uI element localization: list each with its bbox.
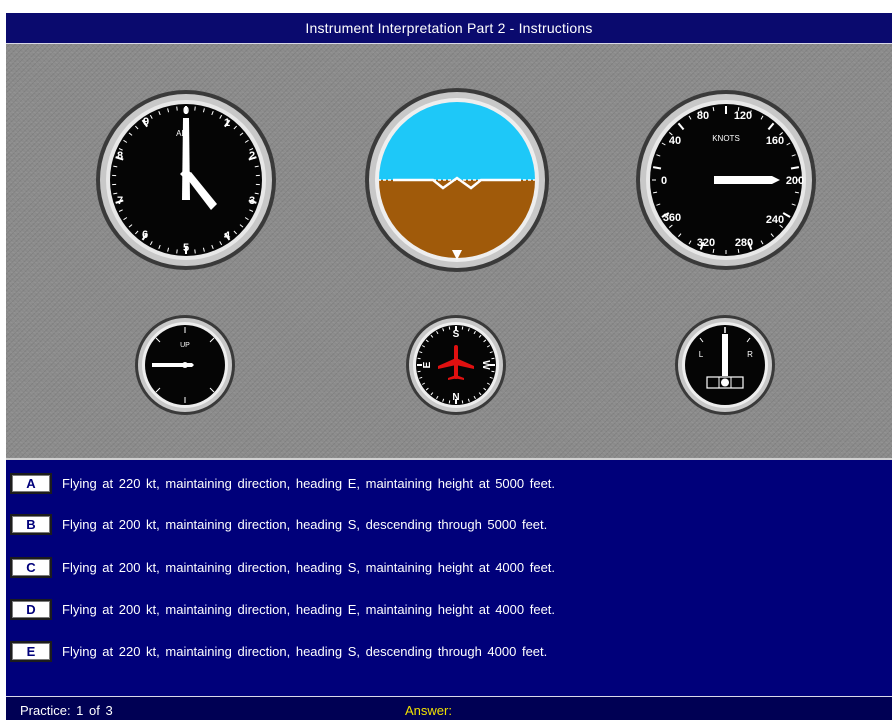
dial-tick xyxy=(652,166,662,170)
compass-label-w: W xyxy=(480,360,491,370)
vertical-speed-gauge: UP xyxy=(134,314,236,416)
dial-tick xyxy=(194,249,196,254)
airspeed-gauge: 80 120 160 200 240 280 320 360 0 40 KNOT… xyxy=(634,88,818,272)
airspeed-label-80: 80 xyxy=(697,110,709,122)
dial-tick xyxy=(653,191,658,194)
airspeed-label-200: 200 xyxy=(786,175,804,187)
dial-tick xyxy=(491,370,495,373)
airspeed-label-240: 240 xyxy=(766,214,784,226)
window-title-bar: Instrument Interpretation Part 2 - Instr… xyxy=(6,13,892,44)
altimeter-numeral-7: 7 xyxy=(117,195,123,207)
altimeter-numeral-1: 1 xyxy=(224,117,230,129)
answer-option-d[interactable]: D Flying at 200 kt, maintaining directio… xyxy=(10,598,555,620)
altimeter-numeral-5: 5 xyxy=(183,242,189,254)
answer-key-a[interactable]: A xyxy=(10,472,52,494)
airspeed-label-40: 40 xyxy=(669,135,681,147)
answer-key-c[interactable]: C xyxy=(10,556,52,578)
altimeter-icon: 0 1 2 3 4 5 6 7 8 9 AL xyxy=(96,90,276,270)
vertical-speed-icon: UP xyxy=(135,315,235,415)
airspeed-indicator-icon: 80 120 160 200 240 280 320 360 0 40 KNOT… xyxy=(636,90,816,270)
answer-text-c[interactable]: Flying at 200 kt, maintaining direction,… xyxy=(62,560,555,575)
instrument-panel: 0 1 2 3 4 5 6 7 8 9 AL 80 120 160 200 24… xyxy=(6,44,892,460)
airspeed-label-360: 360 xyxy=(663,212,681,224)
dial-tick xyxy=(461,400,464,404)
dial-tick xyxy=(176,106,178,111)
airspeed-label-120: 120 xyxy=(734,110,752,122)
window-title: Instrument Interpretation Part 2 - Instr… xyxy=(305,20,593,36)
answer-text-a[interactable]: Flying at 220 kt, maintaining direction,… xyxy=(62,476,555,491)
compass-icon: S W N E xyxy=(406,315,506,415)
altimeter-numeral-3: 3 xyxy=(249,195,255,207)
answer-key-b[interactable]: B xyxy=(10,513,52,535)
compass-gauge: S W N E xyxy=(405,314,507,416)
airspeed-label-0: 0 xyxy=(661,175,667,187)
airspeed-needle xyxy=(714,176,780,184)
turn-needle xyxy=(722,334,728,376)
status-bar: Practice: 1 of 3 Answer: xyxy=(6,696,892,720)
dial-tick xyxy=(794,191,799,194)
answer-option-c[interactable]: C Flying at 200 kt, maintaining directio… xyxy=(10,556,555,578)
airspeed-label-280: 280 xyxy=(735,237,753,249)
turn-label-left: L xyxy=(699,350,704,359)
dial-tick xyxy=(712,107,715,112)
compass-label-s: S xyxy=(453,329,460,340)
attitude-indicator-icon xyxy=(365,88,549,272)
airspeed-label-320: 320 xyxy=(697,237,715,249)
altimeter-gauge: 0 1 2 3 4 5 6 7 8 9 AL xyxy=(94,88,278,272)
slip-ball xyxy=(721,378,729,387)
altimeter-numeral-9: 9 xyxy=(143,116,149,128)
airspeed-label-160: 160 xyxy=(766,135,784,147)
answer-text-d[interactable]: Flying at 200 kt, maintaining direction,… xyxy=(62,602,555,617)
answer-key-e[interactable]: E xyxy=(10,640,52,662)
answer-option-a[interactable]: A Flying at 220 kt, maintaining directio… xyxy=(10,472,555,494)
answer-options: A Flying at 220 kt, maintaining directio… xyxy=(6,460,892,696)
dial-tick xyxy=(461,326,464,330)
altimeter-long-needle xyxy=(182,118,190,200)
answer-text-b[interactable]: Flying at 200 kt, maintaining direction,… xyxy=(62,517,547,532)
altimeter-numeral-4: 4 xyxy=(224,230,231,242)
turn-label-right: R xyxy=(747,350,753,359)
altimeter-numeral-6: 6 xyxy=(142,229,148,241)
practice-counter: Practice: 1 of 3 xyxy=(20,703,113,718)
dial-tick xyxy=(417,357,421,360)
compass-label-e: E xyxy=(422,361,433,368)
dial-tick xyxy=(448,326,451,330)
vertical-speed-label: UP xyxy=(180,342,190,349)
altimeter-numeral-0: 0 xyxy=(183,105,189,117)
altimeter-numeral-2: 2 xyxy=(249,150,255,162)
dial-tick xyxy=(491,357,495,360)
dial-tick xyxy=(712,248,715,253)
answer-option-b[interactable]: B Flying at 200 kt, maintaining directio… xyxy=(10,513,547,535)
altimeter-numeral-8: 8 xyxy=(117,150,123,162)
compass-label-n: N xyxy=(452,392,459,403)
turn-indicator-icon: L R xyxy=(675,315,775,415)
turn-indicator-gauge: L R xyxy=(674,314,776,416)
airspeed-unit-label: KNOTS xyxy=(712,134,740,143)
answer-option-e[interactable]: E Flying at 220 kt, maintaining directio… xyxy=(10,640,547,662)
answer-text-e[interactable]: Flying at 220 kt, maintaining direction,… xyxy=(62,644,547,659)
answer-label: Answer: xyxy=(405,703,452,718)
dial-tick xyxy=(417,370,421,373)
answer-key-d[interactable]: D xyxy=(10,598,52,620)
dial-tick xyxy=(448,400,451,404)
dial-tick xyxy=(790,166,800,170)
dial-tick xyxy=(176,249,178,254)
attitude-indicator-gauge xyxy=(363,86,551,274)
dial-tick xyxy=(194,106,196,111)
dial-tick xyxy=(737,248,740,253)
